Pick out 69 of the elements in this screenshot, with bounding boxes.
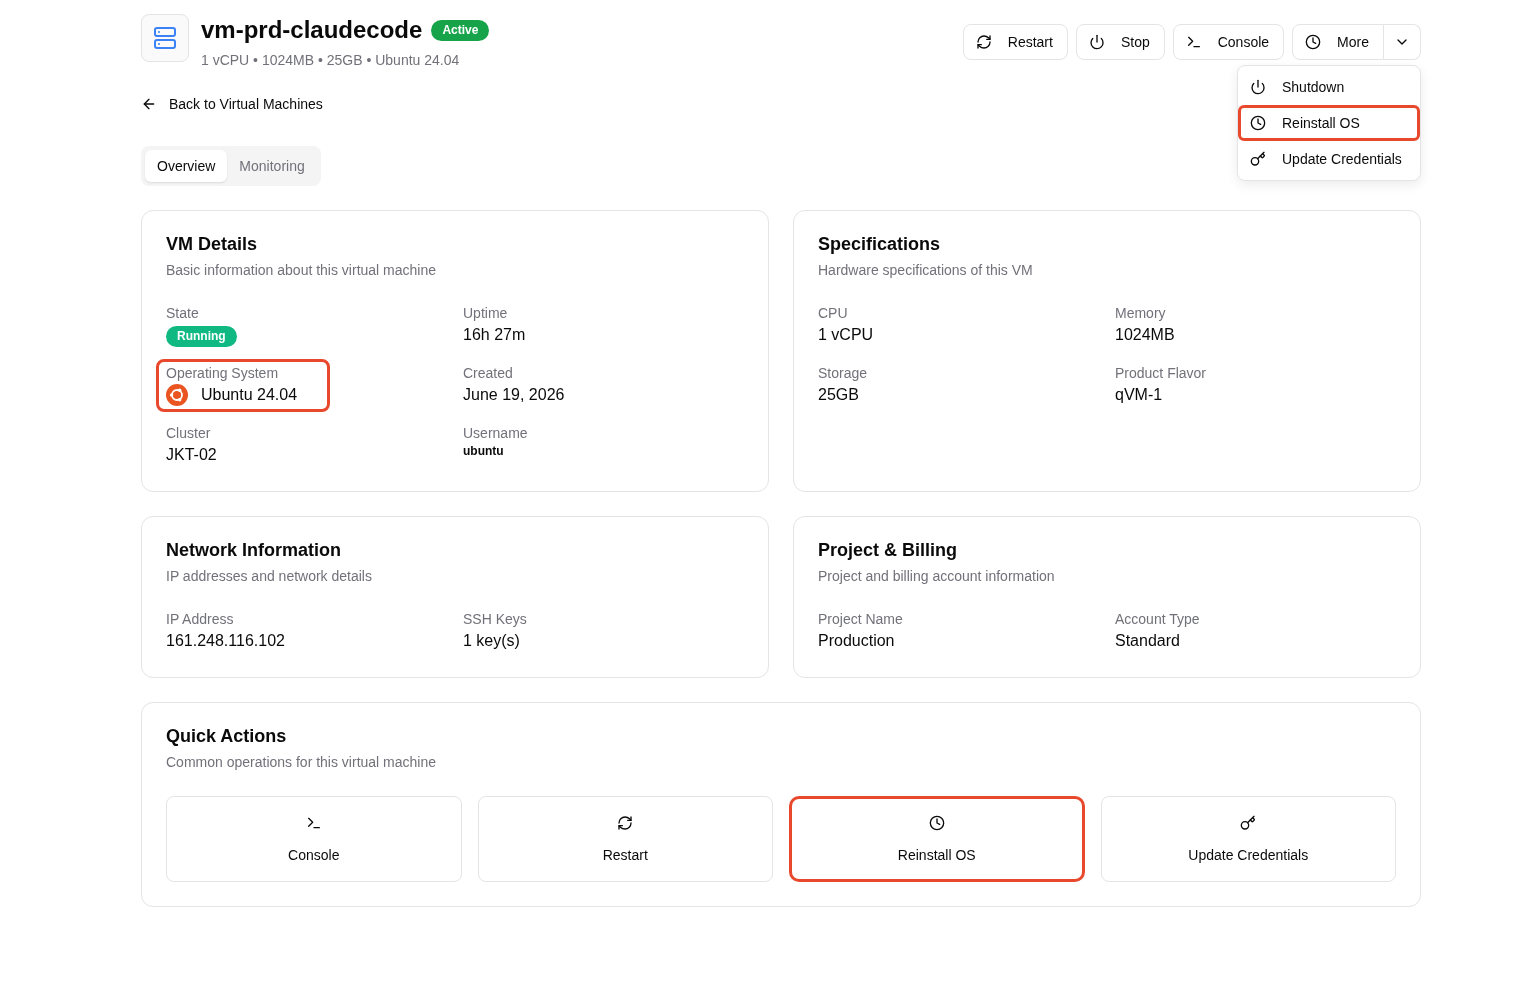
power-icon <box>1250 79 1266 95</box>
field-label: Operating System <box>166 364 280 383</box>
field-value: June 19, 2026 <box>463 385 566 405</box>
card-title: VM Details <box>166 234 259 254</box>
refresh-icon <box>975 34 992 50</box>
quick-action-button[interactable]: Reinstall OS <box>789 796 1085 882</box>
clock-icon <box>1250 115 1266 131</box>
field-value: 16h 27m <box>463 325 527 345</box>
menu-item[interactable]: Update Credentials <box>1238 141 1420 177</box>
key-icon <box>1250 151 1266 167</box>
field-label: Account Type <box>1115 610 1201 629</box>
field-value: Ubuntu 24.04 <box>201 385 298 405</box>
card-title: Specifications <box>818 234 942 254</box>
status-badge: Active <box>431 19 490 41</box>
menu-item[interactable]: Reinstall OS <box>1238 105 1420 141</box>
field-value: qVM-1 <box>1115 385 1164 405</box>
card-title: Project & Billing <box>818 540 959 560</box>
restart-button[interactable]: Restart <box>962 24 1068 60</box>
refresh-icon <box>617 815 634 831</box>
clock-icon <box>1305 34 1322 50</box>
card-description: IP addresses and network details <box>166 567 373 586</box>
terminal-icon <box>1185 34 1202 50</box>
quick-action-button[interactable]: Restart <box>477 796 773 882</box>
field-label: Storage <box>818 364 869 383</box>
card-title: Quick Actions <box>166 726 288 746</box>
field-label: Product Flavor <box>1115 364 1208 383</box>
card-description: Common operations for this virtual machine <box>166 753 437 772</box>
field-value: 1024MB <box>1115 325 1176 345</box>
field-label: Project Name <box>818 610 904 629</box>
status-badge: Running <box>166 326 237 347</box>
field-value: Production <box>818 631 896 651</box>
tab[interactable]: Monitoring <box>227 150 317 182</box>
field-value: ubuntu <box>463 443 505 459</box>
menu-item[interactable]: Shutdown <box>1238 69 1420 105</box>
vm-specs-summary: 1 vCPU • 1024MB • 25GB • Ubuntu 24.04 <box>201 51 461 70</box>
back-link[interactable]: Back to Virtual Machines <box>141 94 323 114</box>
field-value: 1 vCPU <box>818 325 875 345</box>
field-value: 1 key(s) <box>463 631 521 651</box>
field-label: IP Address <box>166 610 235 629</box>
power-icon <box>1088 34 1105 50</box>
field-value: JKT-02 <box>166 445 218 465</box>
field-label: CPU <box>818 304 849 323</box>
field-value: 161.248.116.102 <box>166 631 286 651</box>
key-icon <box>1240 815 1257 831</box>
dropdown-toggle-button[interactable] <box>1384 24 1421 60</box>
vm-title: vm-prd-claudecode <box>201 15 423 45</box>
console-button[interactable]: Console <box>1172 24 1285 60</box>
os-logo-icon <box>166 384 188 406</box>
card-description: Hardware specifications of this VM <box>818 261 1034 280</box>
server-icon <box>141 14 189 62</box>
field-label: Cluster <box>166 424 212 443</box>
quick-action-button[interactable]: Console <box>166 796 462 882</box>
field-label: Username <box>463 424 529 443</box>
more-button[interactable]: More <box>1292 24 1384 60</box>
field-label: SSH Keys <box>463 610 528 629</box>
field-label: Created <box>463 364 514 383</box>
field-label: State <box>166 304 200 323</box>
card-description: Basic information about this virtual machine <box>166 261 438 280</box>
field-value: Standard <box>1115 631 1181 651</box>
stop-button[interactable]: Stop <box>1075 24 1165 60</box>
card-title: Network Information <box>166 540 342 560</box>
tab[interactable]: Overview <box>145 150 228 182</box>
card-description: Project and billing account information <box>818 567 1056 586</box>
field-value: 25GB <box>818 385 860 405</box>
quick-action-button[interactable]: Update Credentials <box>1100 796 1396 882</box>
clock-icon <box>928 815 945 831</box>
field-label: Uptime <box>463 304 509 323</box>
terminal-icon <box>305 815 322 831</box>
field-label: Memory <box>1115 304 1167 323</box>
